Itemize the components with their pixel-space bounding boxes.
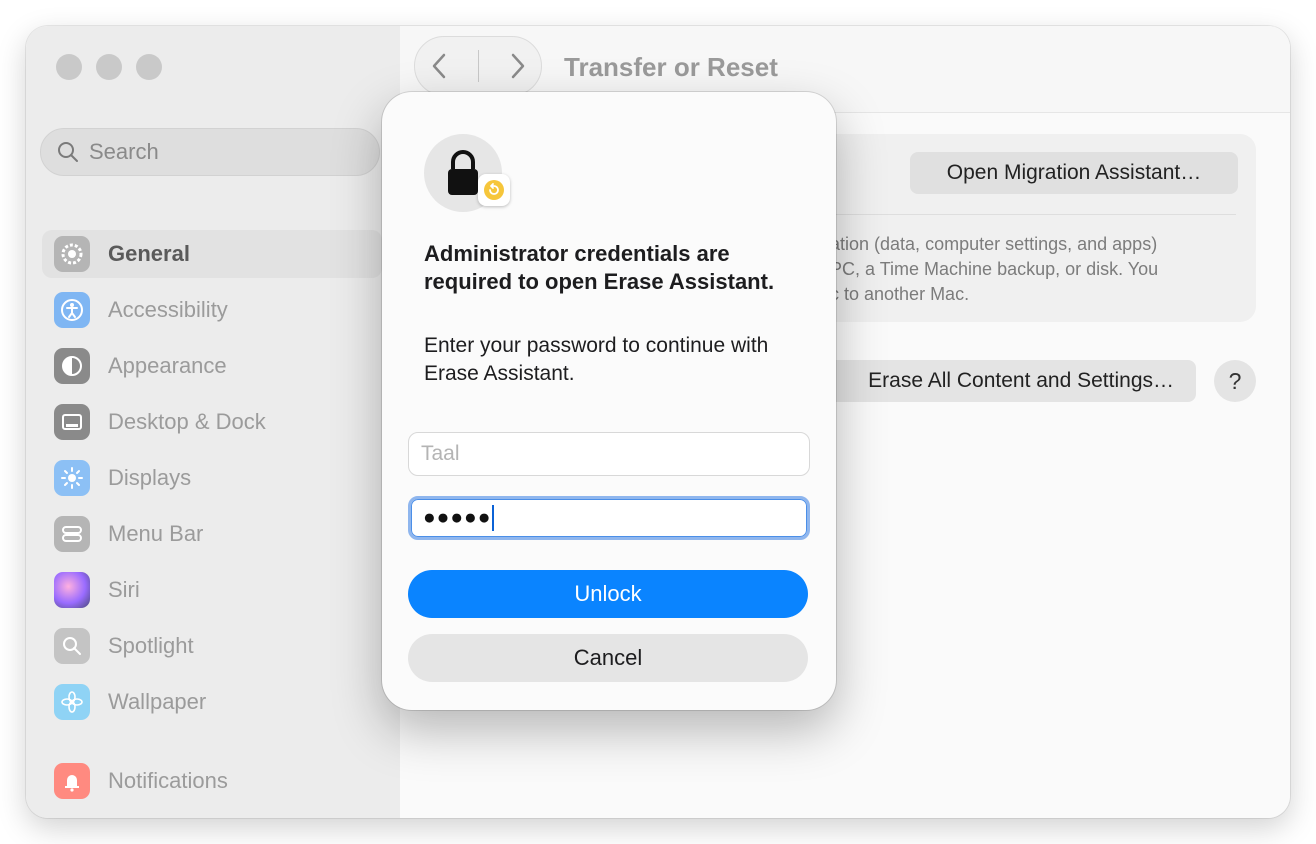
- sidebar: Search General Accessibility Appearance: [26, 26, 400, 818]
- navigation-buttons: [414, 36, 542, 96]
- username-value: Taal: [421, 442, 460, 465]
- sidebar-item-siri[interactable]: Siri: [42, 566, 382, 614]
- back-chevron-icon[interactable]: [429, 51, 451, 81]
- close-window-button[interactable]: [56, 54, 82, 80]
- sidebar-item-label: Spotlight: [108, 633, 194, 658]
- username-field[interactable]: Taal: [408, 432, 810, 476]
- sidebar-item-label: Menu Bar: [108, 521, 204, 546]
- gear-icon: [54, 236, 90, 272]
- appearance-icon: [54, 348, 90, 384]
- sidebar-item-displays[interactable]: Displays: [42, 454, 382, 502]
- dialog-heading: Administrator credentials are required t…: [424, 241, 775, 294]
- password-field[interactable]: ●●●●●: [408, 496, 810, 540]
- zoom-window-button[interactable]: [136, 54, 162, 80]
- sidebar-item-desktop-dock[interactable]: Desktop & Dock: [42, 398, 382, 446]
- sidebar-item-general[interactable]: General: [42, 230, 382, 278]
- sidebar-item-spotlight[interactable]: Spotlight: [42, 622, 382, 670]
- erase-all-content-button[interactable]: Erase All Content and Settings…: [820, 360, 1196, 402]
- dialog-message: Enter your password to continue with Era…: [424, 334, 769, 385]
- unlock-button[interactable]: Unlock: [408, 570, 808, 618]
- admin-credentials-dialog: Administrator credentials are required t…: [382, 92, 836, 710]
- text-caret: [492, 505, 495, 531]
- sidebar-item-label: Siri: [108, 577, 140, 602]
- bell-icon: [54, 763, 90, 799]
- magnifier-icon: [54, 628, 90, 664]
- sidebar-item-label: Wallpaper: [108, 689, 207, 714]
- sidebar-item-appearance[interactable]: Appearance: [42, 342, 382, 390]
- description-line: ation (data, computer settings, and apps…: [830, 234, 1158, 254]
- sidebar-item-label: Accessibility: [108, 297, 228, 322]
- minimize-window-button[interactable]: [96, 54, 122, 80]
- nav-divider: [477, 50, 479, 82]
- traffic-lights: [56, 54, 162, 80]
- sidebar-item-label: General: [108, 241, 190, 266]
- sidebar-item-label: Notifications: [108, 768, 228, 793]
- search-field[interactable]: Search: [40, 128, 380, 176]
- dock-icon: [54, 404, 90, 440]
- help-button[interactable]: ?: [1214, 360, 1256, 402]
- sidebar-item-label: Displays: [108, 465, 192, 490]
- page-title: Transfer or Reset: [564, 52, 778, 82]
- sidebar-item-menu-bar[interactable]: Menu Bar: [42, 510, 382, 558]
- sidebar-item-label: Desktop & Dock: [108, 409, 266, 434]
- search-placeholder: Search: [89, 139, 159, 164]
- sun-icon: [54, 460, 90, 496]
- siri-icon: [54, 572, 90, 608]
- open-migration-assistant-button[interactable]: Open Migration Assistant…: [910, 152, 1238, 194]
- sidebar-item-notifications[interactable]: Notifications: [42, 757, 382, 805]
- password-mask: ●●●●●: [423, 506, 492, 529]
- accessibility-icon: [54, 292, 90, 328]
- card-divider: [830, 214, 1236, 215]
- description-line: c to another Mac.: [830, 284, 970, 304]
- description-line: PC, a Time Machine backup, or disk. You: [830, 259, 1159, 279]
- menubar-icon: [54, 516, 90, 552]
- sidebar-item-accessibility[interactable]: Accessibility: [42, 286, 382, 334]
- cancel-button[interactable]: Cancel: [408, 634, 808, 682]
- migration-description: ation (data, computer settings, and apps…: [830, 232, 1230, 307]
- forward-chevron-icon[interactable]: [506, 51, 528, 81]
- sidebar-item-label: Appearance: [108, 353, 227, 378]
- search-icon: [58, 142, 78, 162]
- erase-assistant-badge-icon: [478, 174, 510, 206]
- flower-icon: [54, 684, 90, 720]
- sidebar-item-wallpaper[interactable]: Wallpaper: [42, 678, 382, 726]
